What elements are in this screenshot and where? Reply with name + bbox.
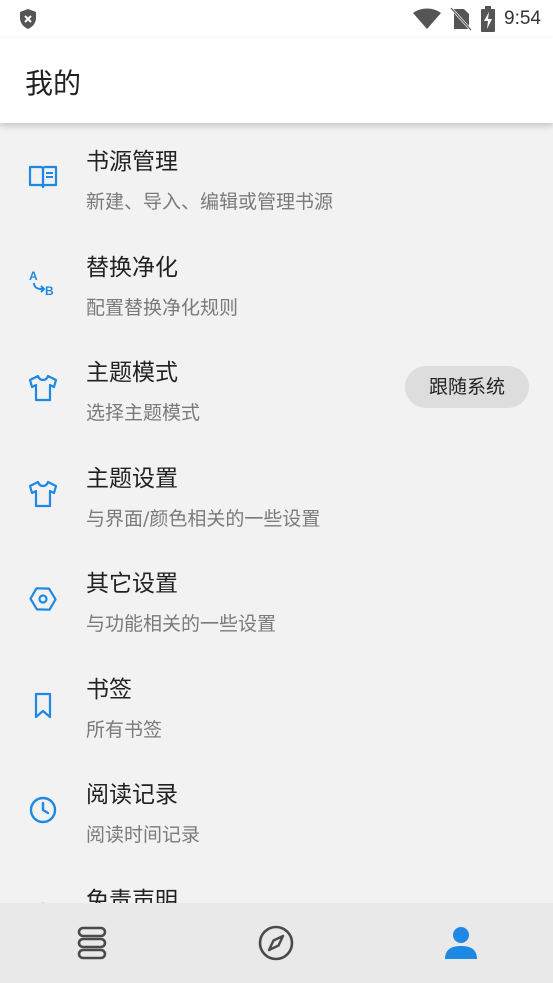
item-subtitle: 所有书签 (86, 718, 163, 741)
page-title: 我的 (25, 67, 82, 100)
hexagon-nut-icon (29, 587, 57, 611)
item-subtitle: 新建、导入、编辑或管理书源 (86, 191, 334, 213)
list-item-replace-rules[interactable]: A B 替换净化 配置替换净化规则 (0, 229, 553, 335)
battery-charging-icon (481, 6, 496, 32)
item-subtitle: 与界面/颜色相关的一些设置 (86, 507, 321, 530)
status-bar: 9:54 (0, 0, 553, 38)
item-title: 书源管理 (86, 149, 178, 175)
item-title: 其它设置 (86, 571, 178, 597)
svg-text:B: B (45, 284, 54, 298)
status-time: 9:54 (504, 8, 541, 29)
list-item-theme-settings[interactable]: 主题设置 与界面/颜色相关的一些设置 (0, 440, 553, 546)
list-item-disclaimer[interactable]: 免责声明 (0, 862, 553, 904)
bookshelf-icon[interactable] (72, 923, 112, 963)
item-title: 主题模式 (86, 360, 178, 386)
book-open-icon (28, 165, 58, 189)
list-item-reading-record[interactable]: 阅读记录 阅读时间记录 (0, 756, 553, 862)
list-item-other-settings[interactable]: 其它设置 与功能相关的一些设置 (0, 545, 553, 651)
item-title: 书签 (86, 676, 132, 703)
app-bar: 我的 (0, 38, 553, 123)
list-item-bookmarks[interactable]: 书签 所有书签 (0, 651, 553, 757)
item-title: 免责声明 (86, 887, 178, 904)
svg-text:A: A (29, 269, 38, 283)
list-item-book-source[interactable]: 书源管理 新建、导入、编辑或管理书源 (0, 123, 553, 229)
status-icons: 9:54 (412, 6, 541, 32)
bookmark-icon (34, 692, 52, 718)
no-sim-icon (450, 7, 472, 31)
bottom-navigation (0, 903, 553, 983)
shirt-icon (28, 374, 58, 402)
item-title: 阅读记录 (86, 782, 178, 808)
item-subtitle: 选择主题模式 (86, 402, 201, 424)
shirt-icon (28, 480, 58, 507)
wifi-icon (413, 8, 442, 29)
person-icon[interactable] (441, 923, 481, 963)
item-subtitle: 阅读时间记录 (86, 824, 201, 846)
theme-mode-value-chip[interactable]: 跟随系统 (405, 366, 529, 408)
item-title: 替换净化 (86, 254, 178, 281)
compass-icon[interactable] (256, 923, 296, 963)
item-subtitle: 配置替换净化规则 (86, 296, 239, 319)
settings-list[interactable]: 书源管理 新建、导入、编辑或管理书源 A B 替换净化 配置替换净化规则 主题模… (0, 123, 553, 903)
item-title: 主题设置 (86, 465, 178, 492)
clock-icon (29, 796, 57, 824)
replace-ab-icon: A B (29, 269, 54, 298)
item-subtitle: 与功能相关的一些设置 (86, 613, 277, 635)
shield-notification-icon (20, 9, 36, 29)
